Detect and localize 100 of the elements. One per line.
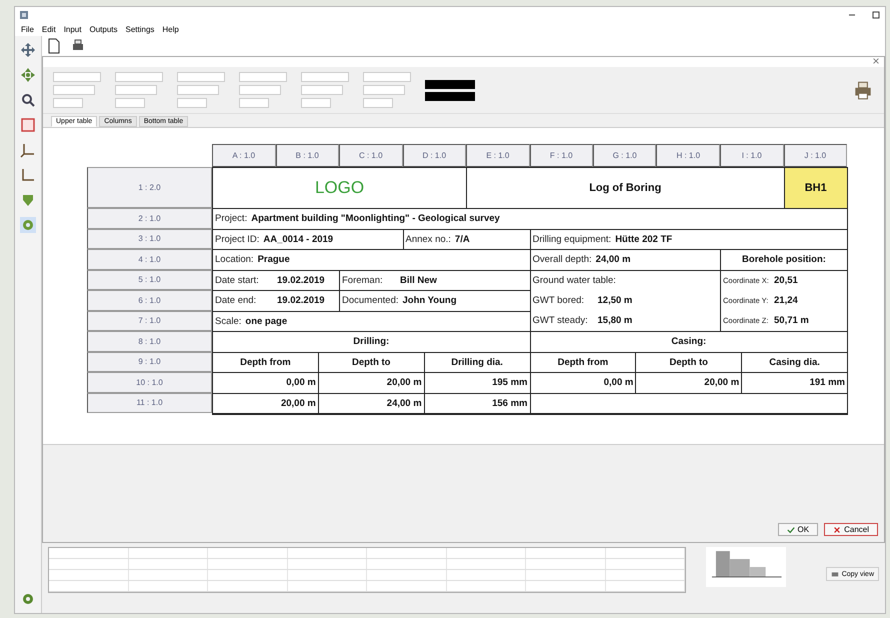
table-cell: 24,00 m: [386, 398, 422, 409]
column-header[interactable]: D : 1.0: [402, 144, 466, 167]
table-header: Drilling:: [353, 336, 390, 348]
table-cell: 20,00 m: [704, 377, 740, 388]
row-header[interactable]: 10 : 1.0: [87, 372, 212, 392]
field-value: 21,24: [774, 295, 798, 306]
close-icon: [833, 526, 842, 534]
maximize-icon[interactable]: [871, 10, 881, 20]
dropdown[interactable]: [301, 85, 343, 95]
ok-button[interactable]: OK: [778, 523, 818, 536]
field-label: Overall depth:: [532, 254, 592, 266]
column-header[interactable]: C : 1.0: [338, 144, 402, 167]
row-header[interactable]: 2 : 1.0: [87, 208, 212, 228]
row-header[interactable]: 4 : 1.0: [87, 249, 212, 270]
input-field[interactable]: [301, 98, 331, 108]
table-header: Depth to: [669, 356, 708, 368]
field-value: 19.02.2019: [277, 274, 325, 286]
input-field[interactable]: [239, 98, 269, 108]
input-field[interactable]: [301, 72, 349, 82]
field-label: GWT steady:: [532, 315, 589, 326]
field-value: Prague: [258, 254, 290, 266]
row-header[interactable]: 3 : 1.0: [87, 228, 212, 249]
table-cell: 0,00 m: [604, 377, 634, 388]
input-field[interactable]: [53, 98, 83, 108]
row-header[interactable]: 5 : 1.0: [87, 270, 212, 290]
close-icon[interactable]: [872, 57, 880, 65]
menu-item[interactable]: Help: [162, 25, 179, 34]
input-field[interactable]: [177, 98, 207, 108]
row-header[interactable]: 11 : 1.0: [87, 392, 212, 413]
table-header: Casing:: [671, 336, 706, 348]
input-field[interactable]: [239, 72, 287, 82]
shield-icon[interactable]: [20, 192, 36, 208]
new-document-icon[interactable]: [46, 38, 62, 54]
field-label: Location:: [215, 254, 254, 266]
dropdown[interactable]: [363, 85, 405, 95]
table-header: Borehole position:: [742, 254, 826, 266]
input-field[interactable]: [115, 72, 163, 82]
field-value: Hütte 202 TF: [615, 234, 672, 245]
row-header[interactable]: 7 : 1.0: [87, 310, 212, 331]
menu-item[interactable]: Outputs: [89, 25, 118, 34]
field-value: 50,71 m: [774, 315, 809, 326]
column-header[interactable]: J : 1.0: [784, 144, 847, 167]
field-value: John Young: [402, 295, 457, 306]
column-header[interactable]: F : 1.0: [530, 144, 593, 167]
field-value: AA_0014 - 2019: [263, 234, 334, 245]
field-value: 15,80 m: [598, 315, 632, 326]
menu-item[interactable]: Input: [64, 25, 82, 34]
field-label: Drilling equipment:: [532, 234, 612, 245]
table-cell: 195 mm: [492, 377, 528, 388]
table-header: Depth from: [240, 356, 291, 368]
menu-item[interactable]: File: [21, 25, 34, 34]
dropdown[interactable]: [115, 85, 157, 95]
color-swatch[interactable]: [425, 80, 475, 88]
dropdown[interactable]: [239, 85, 281, 95]
column-header[interactable]: I : 1.0: [720, 144, 784, 167]
axes-icon[interactable]: [20, 142, 36, 158]
table-cell: 0,00 m: [286, 377, 316, 388]
field-label: Ground water table:: [532, 275, 616, 286]
input-field[interactable]: [363, 98, 393, 108]
row-header[interactable]: 9 : 1.0: [87, 352, 212, 372]
column-header[interactable]: B : 1.0: [276, 144, 339, 167]
menu-item[interactable]: Edit: [42, 25, 56, 34]
row-header[interactable]: 1 : 2.0: [87, 167, 212, 208]
row-header[interactable]: 6 : 1.0: [87, 290, 212, 310]
table-header: Casing dia.: [769, 356, 820, 368]
field-value: Apartment building "Moonlighting" - Geological survey: [251, 213, 500, 224]
input-field[interactable]: [177, 72, 225, 82]
field-label: Documented:: [342, 295, 398, 306]
axes-icon[interactable]: [20, 167, 36, 183]
input-field[interactable]: [363, 72, 411, 82]
row-header[interactable]: 8 : 1.0: [87, 331, 212, 352]
table-cell: 20,00 m: [280, 398, 316, 409]
field-value: 7/A: [454, 234, 470, 245]
color-swatch[interactable]: [425, 92, 475, 100]
column-header[interactable]: G : 1.0: [593, 144, 656, 167]
move-icon[interactable]: [20, 67, 36, 83]
search-icon[interactable]: [20, 92, 36, 108]
dropdown[interactable]: [177, 85, 219, 95]
field-label: Annex no.:: [406, 234, 451, 245]
column-header[interactable]: A : 1.0: [212, 144, 276, 167]
frame-icon[interactable]: [20, 117, 36, 133]
column-header[interactable]: H : 1.0: [656, 144, 720, 167]
dropdown[interactable]: [53, 85, 95, 95]
field-value: one page: [245, 316, 288, 327]
table-header: Drilling dia.: [451, 356, 503, 368]
move-icon[interactable]: [20, 42, 36, 58]
column-header[interactable]: E : 1.0: [466, 144, 530, 167]
input-field[interactable]: [53, 72, 101, 82]
field-value: Bill New: [400, 274, 437, 286]
app-icon: [19, 10, 29, 20]
menu-item[interactable]: Settings: [126, 25, 154, 34]
field-value: 20,51: [774, 275, 798, 286]
borehole-badge: BH1: [784, 167, 848, 209]
input-field[interactable]: [115, 98, 145, 108]
table-cell: 191 mm: [810, 377, 845, 388]
cancel-button[interactable]: Cancel: [824, 523, 878, 536]
field-label: Project ID:: [215, 234, 260, 245]
field-label: Foreman:: [342, 274, 384, 286]
table-header: Depth to: [352, 356, 390, 368]
field-label: Date start:: [215, 274, 260, 286]
